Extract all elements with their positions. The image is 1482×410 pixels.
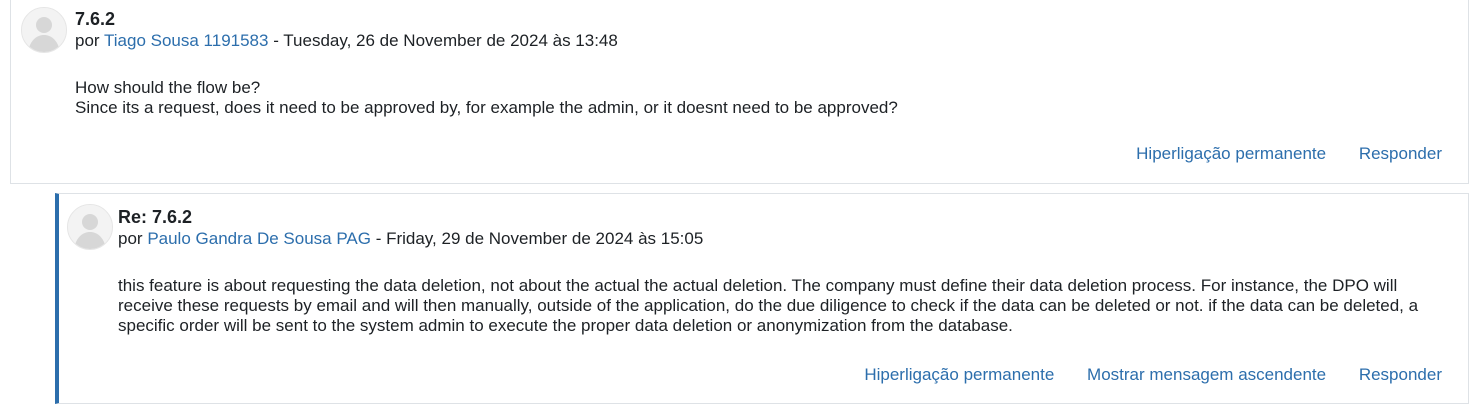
permalink-link[interactable]: Hiperligação permanente: [1136, 144, 1326, 163]
post-body-line: Since its a request, does it need to be …: [75, 98, 898, 117]
post-byline: por Paulo Gandra De Sousa PAG - Friday, …: [118, 228, 703, 249]
by-prefix: por: [75, 31, 100, 50]
author-link[interactable]: Tiago Sousa 1191583: [104, 31, 268, 50]
post-subject: 7.6.2: [75, 9, 116, 29]
forum-reply-post: Re: 7.6.2 por Paulo Gandra De Sousa PAG …: [55, 193, 1469, 404]
date-separator: -: [370, 229, 387, 248]
by-prefix: por: [118, 229, 143, 248]
post-subject: Re: 7.6.2: [118, 207, 193, 227]
post-byline: por Tiago Sousa 1191583 - Tuesday, 26 de…: [75, 30, 618, 51]
post-body: How should the flow be? Since its a requ…: [75, 78, 1445, 118]
post-body-line: How should the flow be?: [75, 78, 261, 97]
date-separator: -: [268, 31, 284, 50]
post-actions: Hiperligação permanente Responder: [1108, 144, 1442, 164]
author-link[interactable]: Paulo Gandra De Sousa PAG: [147, 229, 371, 248]
post-body: this feature is about requesting the dat…: [118, 276, 1438, 336]
reply-link[interactable]: Responder: [1359, 144, 1442, 163]
reply-link[interactable]: Responder: [1359, 365, 1442, 384]
permalink-link[interactable]: Hiperligação permanente: [864, 365, 1054, 384]
post-header: 7.6.2 por Tiago Sousa 1191583 - Tuesday,…: [75, 9, 618, 51]
user-avatar-icon[interactable]: [21, 7, 67, 53]
post-actions: Hiperligação permanente Mostrar mensagem…: [836, 365, 1442, 385]
forum-post: 7.6.2 por Tiago Sousa 1191583 - Tuesday,…: [10, 0, 1469, 184]
post-header: Re: 7.6.2 por Paulo Gandra De Sousa PAG …: [118, 207, 703, 249]
show-parent-link[interactable]: Mostrar mensagem ascendente: [1087, 365, 1326, 384]
user-avatar-icon[interactable]: [67, 204, 113, 250]
post-body-line: this feature is about requesting the dat…: [118, 276, 1419, 335]
post-date: Tuesday, 26 de November de 2024 às 13:48: [283, 31, 618, 50]
post-date: Friday, 29 de November de 2024 às 15:05: [386, 229, 704, 248]
